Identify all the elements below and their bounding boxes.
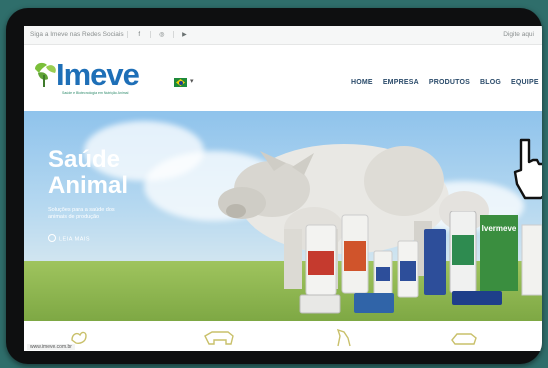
category-pet[interactable] <box>424 322 504 351</box>
hand-cursor-icon <box>513 138 542 200</box>
divider <box>150 31 152 38</box>
category-bar: www.imeve.com.br <box>24 322 542 351</box>
brand-name: Imeve <box>56 57 140 92</box>
brand-logo[interactable]: Imeve Saúde e Biotecnologia em Nutrição … <box>32 57 192 97</box>
read-more-link[interactable]: LEIA MAIS <box>48 234 168 243</box>
pet-icon <box>451 332 477 345</box>
tablet-frame: Siga a Imeve nas Redes Sociais f ◎ ▶ Dig… <box>6 8 542 364</box>
nav-produtos[interactable]: PRODUTOS <box>429 79 470 86</box>
facebook-icon[interactable]: f <box>132 32 146 38</box>
nav-empresa[interactable]: EMPRESA <box>383 79 419 86</box>
hero-subtitle: Soluções para a saúde dos animais de pro… <box>48 207 115 220</box>
leaf-logo-icon <box>35 62 56 87</box>
nav-home[interactable]: HOME <box>351 79 373 86</box>
browser-screen: Siga a Imeve nas Redes Sociais f ◎ ▶ Dig… <box>24 26 542 351</box>
divider <box>127 31 129 38</box>
nav-blog[interactable]: BLOG <box>480 79 501 86</box>
hero-text: Saúde Animal Soluções para a saúde dos a… <box>48 147 168 243</box>
plus-circle-icon <box>48 234 56 242</box>
hero-banner: Saúde Animal Soluções para a saúde dos a… <box>24 111 542 321</box>
site-header: Imeve Saúde e Biotecnologia em Nutrição … <box>24 45 542 111</box>
status-url: www.imeve.com.br <box>27 344 75 350</box>
category-cattle[interactable] <box>174 322 264 351</box>
main-nav: HOME EMPRESA PRODUTOS BLOG EQUIPE <box>351 79 539 86</box>
search-hint[interactable]: Digite aqui <box>503 31 534 38</box>
product-label: Ivermeve <box>482 224 517 233</box>
hero-title: Saúde Animal <box>48 146 129 199</box>
category-horse[interactable] <box>304 322 384 351</box>
social-text: Siga a Imeve nas Redes Sociais <box>30 31 124 39</box>
product-bottles-image: Ivermeve <box>299 211 542 314</box>
horse-icon <box>336 328 351 346</box>
social-links: Siga a Imeve nas Redes Sociais f ◎ ▶ <box>30 31 191 38</box>
nav-equipe[interactable]: EQUIPE <box>511 79 539 86</box>
brazil-flag-icon[interactable] <box>174 78 187 87</box>
cattle-icon <box>204 330 234 345</box>
divider <box>172 31 174 38</box>
top-bar: Siga a Imeve nas Redes Sociais f ◎ ▶ Dig… <box>24 26 542 45</box>
instagram-icon[interactable]: ◎ <box>155 31 169 38</box>
youtube-icon[interactable]: ▶ <box>177 31 191 38</box>
brand-tagline: Saúde e Biotecnologia em Nutrição Animal <box>62 91 129 95</box>
read-more-label: LEIA MAIS <box>59 236 91 243</box>
chevron-down-icon[interactable]: ▾ <box>190 77 194 85</box>
